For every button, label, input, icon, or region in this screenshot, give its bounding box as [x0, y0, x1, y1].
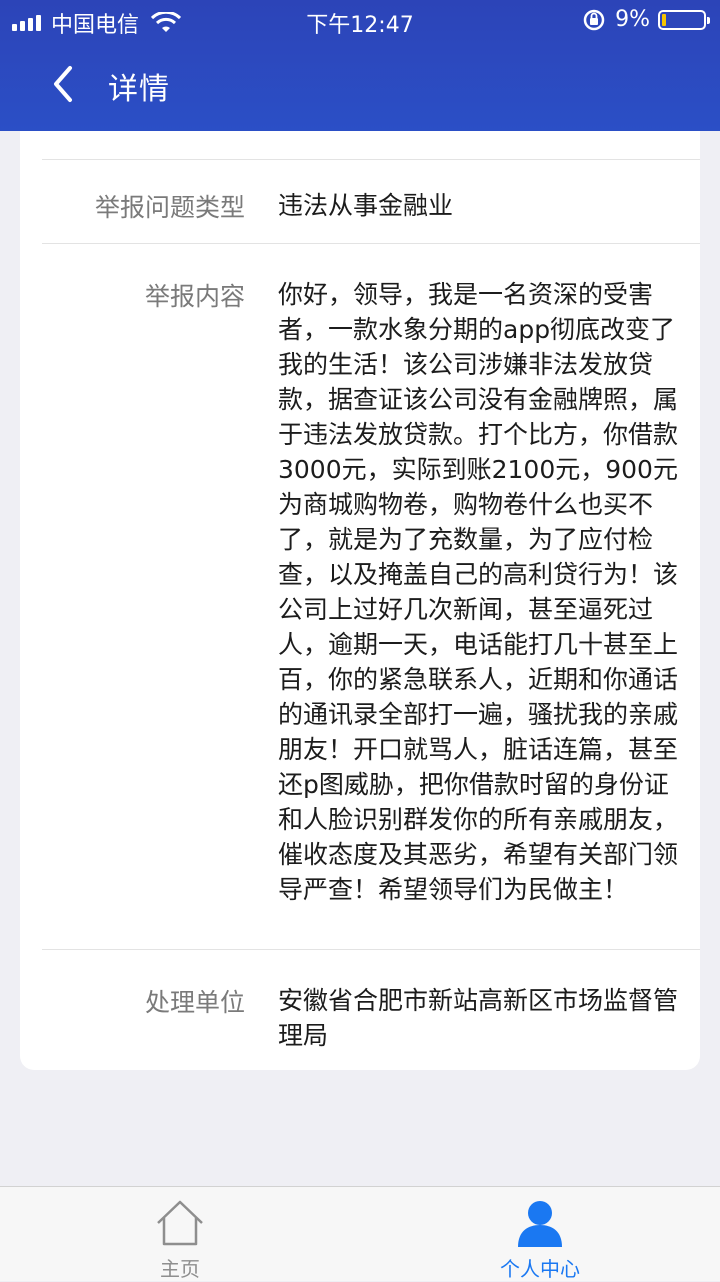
detail-card: 举报问题类型 违法从事金融业 举报内容 你好，领导，我是一名资深的受害者，一款水… — [20, 131, 700, 1070]
app-header: 中国电信 下午12:47 9% 详情 — [0, 0, 720, 131]
detail-label: 举报问题类型 — [94, 193, 245, 222]
detail-value: 违法从事金融业 — [278, 191, 454, 220]
tab-home[interactable]: 主页 — [0, 1187, 360, 1281]
back-button[interactable] — [46, 62, 86, 106]
page-title: 详情 — [108, 72, 170, 107]
rotation-lock-icon — [583, 9, 605, 30]
detail-label: 处理单位 — [144, 988, 245, 1017]
detail-value: 你好，领导，我是一名资深的受害者，一款水象分期的app彻底改变了我的生活！该公司… — [278, 280, 679, 904]
detail-label: 举报内容 — [144, 282, 245, 311]
battery-percent: 9% — [615, 7, 650, 32]
tab-home-label: 主页 — [160, 1257, 200, 1281]
tab-personal-center-label: 个人中心 — [500, 1257, 580, 1281]
home-icon — [157, 1200, 203, 1246]
status-bar: 中国电信 下午12:47 9% — [0, 0, 720, 40]
detail-value: 安徽省合肥市新站高新区市场监督管理局 — [278, 986, 679, 1050]
divider — [42, 243, 700, 244]
battery-icon — [658, 9, 710, 30]
person-icon — [518, 1201, 562, 1247]
tab-personal-center[interactable]: 个人中心 — [360, 1187, 720, 1281]
nav-bar: 详情 — [0, 54, 720, 114]
tab-bar: 主页 个人中心 — [0, 1186, 720, 1281]
divider — [42, 949, 700, 950]
divider — [42, 159, 700, 160]
